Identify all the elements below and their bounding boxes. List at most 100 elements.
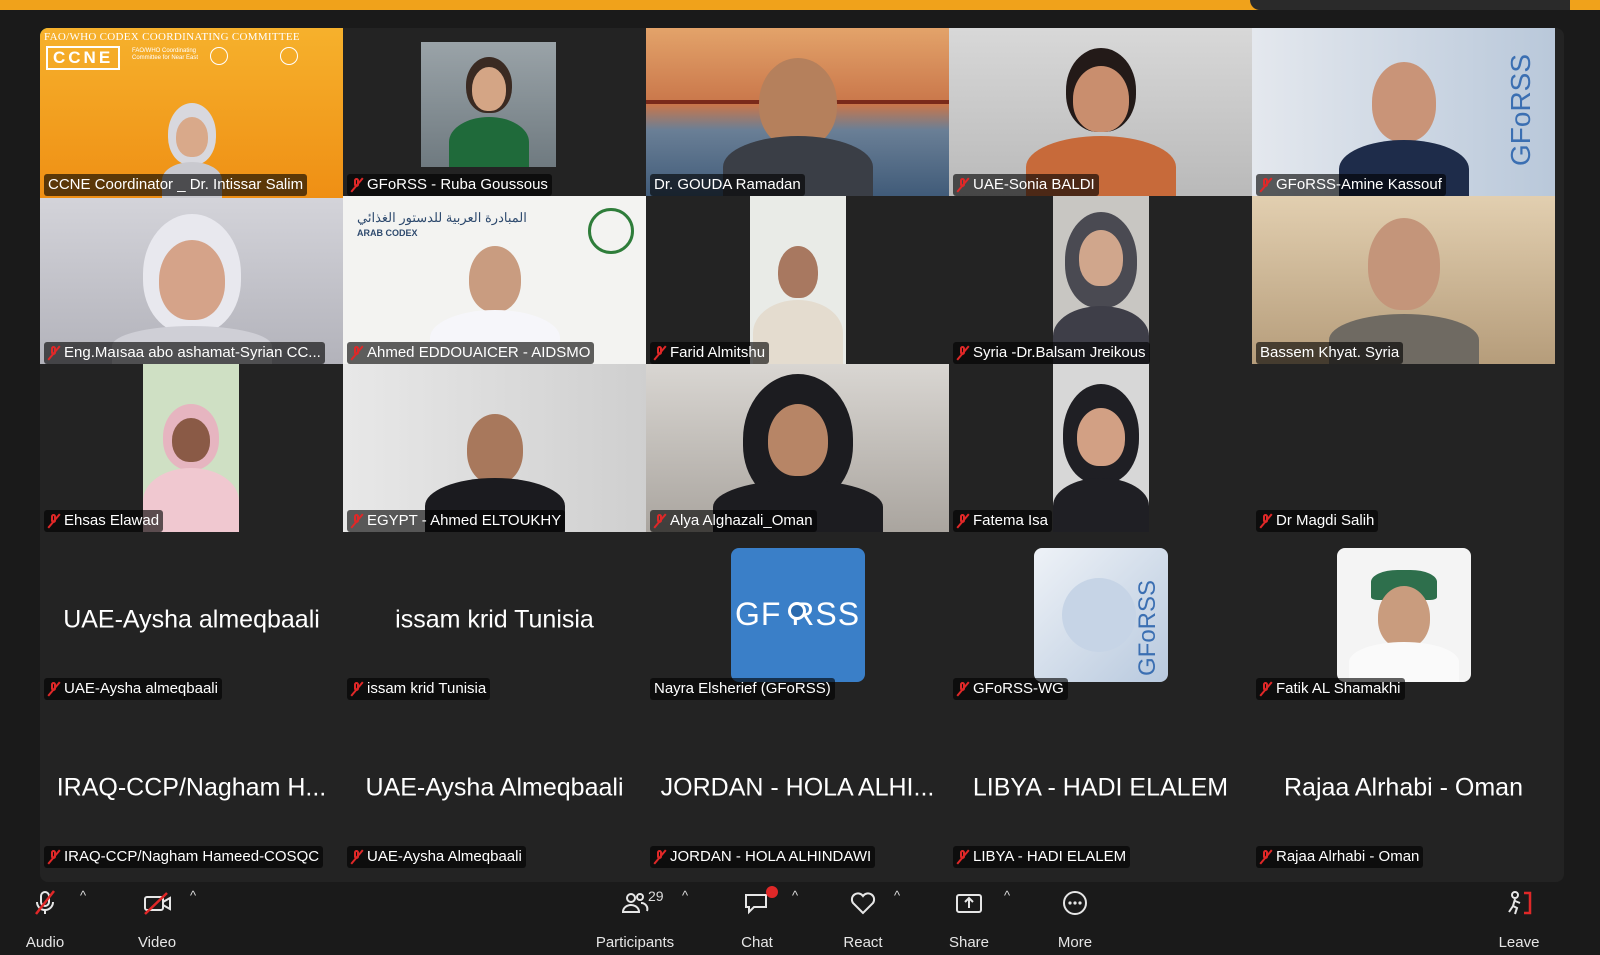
leave-exit-icon (1508, 891, 1532, 915)
participant-tile[interactable]: UAE-Aysha Almeqbaali UAE-Aysha Almeqbaal… (343, 700, 646, 870)
leave-button[interactable]: Leave (1474, 882, 1564, 955)
muted-mic-icon (957, 849, 969, 865)
participant-display-name: IRAQ-CCP/Nagham H... (56, 773, 327, 802)
participant-name-label: Dr Magdi Salih (1256, 510, 1379, 532)
video-feed (1053, 364, 1149, 534)
video-options-caret[interactable]: ^ (190, 888, 196, 903)
chat-options-caret[interactable]: ^ (792, 888, 798, 903)
participant-tile[interactable]: UAE-Sonia BALDI (949, 28, 1252, 198)
globe-icon (787, 602, 806, 620)
participant-name-label: LIBYA - HADI ELALEM (953, 846, 1131, 868)
participant-tile[interactable]: issam krid Tunisia issam krid Tunisia (343, 532, 646, 702)
participant-tile[interactable]: GF RSS Nayra Elsherief (GFoRSS) (646, 532, 949, 702)
participant-name-label: UAE-Sonia BALDI (953, 174, 1099, 196)
gallery-grid: FAO/WHO CODEX COORDINATING COMMITTEE CCN… (40, 28, 1564, 882)
participant-tile[interactable]: GFoRSS - Ruba Goussous (343, 28, 646, 198)
video-feed (143, 364, 239, 534)
share-button[interactable]: Share (924, 882, 1014, 955)
participant-tile[interactable]: Dr. GOUDA Ramadan (646, 28, 949, 198)
muted-mic-icon (957, 345, 969, 361)
chat-notification-badge (766, 886, 778, 898)
participant-name-label: Nayra Elsherief (GFoRSS) (650, 678, 835, 700)
person-silhouette (1348, 564, 1459, 682)
video-feed (343, 364, 646, 534)
window-top-bar (0, 0, 1600, 10)
participant-tile[interactable]: Farid Almitshu (646, 196, 949, 366)
audio-button[interactable]: Audio (0, 882, 90, 955)
participant-tile[interactable]: Fatema Isa (949, 364, 1252, 534)
participant-tile[interactable]: Rajaa Alrhabi - Oman Rajaa Alrhabi - Oma… (1252, 700, 1555, 870)
participant-name-label: UAE-Aysha Almeqbaali (347, 846, 526, 868)
muted-mic-icon (351, 513, 363, 529)
participant-name-label: Fatema Isa (953, 510, 1053, 532)
participant-name-label: CCNE Coordinator _ Dr. Intissar Salim (44, 174, 308, 196)
participants-button[interactable]: Participants (590, 882, 680, 955)
participant-tile[interactable]: Dr Magdi Salih (1252, 364, 1555, 534)
audio-options-caret[interactable]: ^ (80, 888, 86, 903)
audio-label: Audio (25, 934, 65, 951)
muted-mic-icon (48, 681, 60, 697)
arab-codex-logo: المبادرة العربية للدستور الغذائي (357, 210, 527, 225)
participant-tile[interactable]: Eng.Maısaa abo ashamat-Syrian CC... (40, 196, 343, 366)
participant-tile[interactable]: LIBYA - HADI ELALEM LIBYA - HADI ELALEM (949, 700, 1252, 870)
participant-tile[interactable]: GFoRSS GFoRSS-Amine Kassouf (1252, 28, 1555, 198)
participant-display-name: UAE-Aysha Almeqbaali (365, 773, 624, 802)
muted-mic-icon (48, 849, 60, 865)
participant-name-label: Ehsas Elawad (44, 510, 164, 532)
leave-label: Leave (1498, 934, 1540, 951)
chat-button[interactable]: Chat (712, 882, 802, 955)
participant-tile[interactable]: المبادرة العربية للدستور الغذائي ARAB CO… (343, 196, 646, 366)
react-options-caret[interactable]: ^ (894, 888, 900, 903)
participant-display-name: LIBYA - HADI ELALEM (972, 773, 1229, 802)
participant-name-label: Eng.Maısaa abo ashamat-Syrian CC... (44, 342, 325, 364)
profile-photo-avatar (1336, 548, 1471, 682)
participant-tile[interactable]: JORDAN - HOLA ALHI... JORDAN - HOLA ALHI… (646, 700, 949, 870)
gforss-avatar: GF RSS (730, 548, 865, 682)
muted-mic-icon (1260, 849, 1272, 865)
participant-name-label: Syria -Dr.Balsam Jreikous (953, 342, 1150, 364)
more-button[interactable]: More (1030, 882, 1120, 955)
meeting-toolbar: Audio ^ Video ^ Participants 29 ^ Chat ^ (0, 882, 1600, 955)
person-silhouette (712, 364, 883, 534)
video-feed (646, 28, 949, 198)
person-silhouette (448, 49, 529, 167)
video-feed (1053, 196, 1149, 366)
gforss-vertical-logo: GFoRSS (1505, 53, 1536, 167)
muted-mic-icon (957, 681, 969, 697)
participants-icon (621, 893, 649, 913)
muted-mic-icon (48, 513, 60, 529)
participants-count: 29 (648, 888, 664, 904)
participant-name-label: JORDAN - HOLA ALHINDAWI (650, 846, 876, 868)
participant-tile[interactable]: Alya Alghazali_Oman (646, 364, 949, 534)
video-feed: FAO/WHO CODEX COORDINATING COMMITTEE CCN… (40, 28, 343, 198)
participant-tile[interactable]: EGYPT - Ahmed ELTOUKHY (343, 364, 646, 534)
video-feed (750, 196, 846, 366)
ccne-subtitle: FAO/WHO Coordinating Committee for Near … (132, 48, 199, 61)
react-heart-icon (850, 892, 876, 915)
participant-name-label: Rajaa Alrhabi - Oman (1256, 846, 1424, 868)
participant-display-name: issam krid Tunisia (395, 605, 594, 634)
muted-mic-icon (351, 345, 363, 361)
participant-tile[interactable]: Syria -Dr.Balsam Jreikous (949, 196, 1252, 366)
participant-tile[interactable]: GFoRSS GFoRSS-WG (949, 532, 1252, 702)
participant-display-name: Rajaa Alrhabi - Oman (1283, 773, 1523, 802)
who-logo-icon (280, 47, 298, 65)
participant-tile[interactable]: Bassem Khyat. Syria (1252, 196, 1555, 366)
share-options-caret[interactable]: ^ (1004, 888, 1010, 903)
participant-tile-active-speaker[interactable]: FAO/WHO CODEX COORDINATING COMMITTEE CCN… (40, 28, 343, 198)
participant-tile[interactable]: Ehsas Elawad (40, 364, 343, 534)
committee-banner-text: FAO/WHO CODEX COORDINATING COMMITTEE (44, 31, 300, 43)
video-button[interactable]: Video (112, 882, 202, 955)
video-feed: GFoRSS (1252, 28, 1555, 198)
participant-tile[interactable]: Fatik AL Shamakhi (1252, 532, 1555, 702)
muted-mic-icon (654, 345, 666, 361)
muted-mic-icon (1260, 681, 1272, 697)
muted-mic-icon (48, 345, 60, 361)
muted-mic-icon (654, 849, 666, 865)
person-silhouette (1053, 374, 1149, 534)
participants-options-caret[interactable]: ^ (682, 888, 688, 903)
participant-tile[interactable]: IRAQ-CCP/Nagham H... IRAQ-CCP/Nagham Ham… (40, 700, 343, 870)
participant-display-name: UAE-Aysha almeqbaali (63, 605, 320, 634)
muted-mic-icon (957, 513, 969, 529)
participant-tile[interactable]: UAE-Aysha almeqbaali UAE-Aysha almeqbaal… (40, 532, 343, 702)
